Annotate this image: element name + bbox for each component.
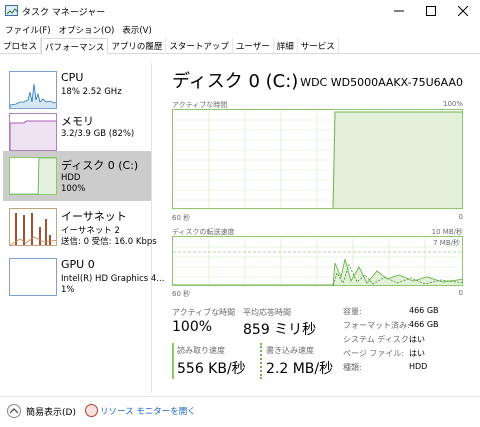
transfer-rate-inner-label: 7 MB/秒: [433, 239, 460, 247]
active-time-graph-max: 100%: [442, 100, 463, 108]
maximize-button[interactable]: [414, 0, 448, 22]
property-label: 容量:: [343, 307, 362, 316]
open-resource-monitor-link[interactable]: リソース モニターを開く: [100, 405, 196, 417]
property-label: フォーマット済み:: [343, 321, 410, 330]
active-time-value: 100%: [172, 319, 213, 335]
disk-thumbnail-graph: [9, 157, 57, 195]
sidebar-item-detail: Intel(R) HD Graphics 4...: [61, 274, 165, 284]
page-title: ディスク 0 (C:): [172, 71, 299, 92]
menu-options[interactable]: オプション(O): [54, 22, 115, 37]
chevron-up-icon: [10, 408, 18, 414]
read-speed-value: 556 KB/秒: [177, 361, 246, 377]
active-time-x-left: 60 秒: [172, 214, 191, 222]
sidebar-item-ethernet[interactable]: イーサネット イーサネット 2 送信: 0 受信: 16.0 Kbps: [3, 202, 157, 252]
property-value: HDD: [409, 362, 428, 371]
menu-bar: ファイル(F) オプション(O) 表示(V): [0, 22, 480, 37]
property-label: ページ ファイル:: [343, 349, 405, 358]
response-time-value: 859 ミリ秒: [243, 322, 317, 338]
footer-bar: 簡易表示(D) リソース モニターを開く: [0, 396, 480, 427]
active-time-graph: [172, 109, 463, 209]
property-label: システム ディスク:: [343, 335, 412, 344]
sidebar-item-detail: 3.2/3.9 GB (82%): [61, 129, 135, 139]
window-title: タスク マネージャー: [22, 8, 106, 18]
sidebar-item-detail: HDD: [61, 173, 81, 183]
tab-processes[interactable]: プロセス: [0, 38, 42, 54]
memory-thumbnail-graph: [9, 113, 57, 151]
sidebar-item-subdetail: 送信: 0 受信: 16.0 Kbps: [61, 237, 157, 247]
title-bar: タスク マネージャー: [0, 0, 480, 22]
tab-performance[interactable]: パフォーマンス: [41, 38, 109, 55]
sidebar-item-label: ディスク 0 (C:): [61, 159, 139, 172]
sidebar-item-label: メモリ: [61, 115, 94, 128]
close-button[interactable]: [446, 0, 480, 22]
write-speed-label: 書き込み速度: [266, 346, 314, 355]
maximize-icon: [426, 6, 436, 16]
tab-bar: プロセス パフォーマンス アプリの履歴 スタートアップ ユーザー 詳細 サービス: [0, 38, 480, 55]
fewer-details-toggle[interactable]: [7, 404, 21, 418]
disk-model: WDC WD5000AAKX-75U6AA0: [300, 76, 463, 89]
tab-app-history[interactable]: アプリの履歴: [108, 38, 167, 54]
tab-services[interactable]: サービス: [298, 38, 339, 54]
sidebar-item-subdetail: 100%: [61, 184, 86, 194]
property-label: 種類:: [343, 363, 362, 372]
minimize-icon: [394, 10, 404, 12]
transfer-rate-x-right: 0: [458, 289, 463, 297]
menu-view[interactable]: 表示(V): [117, 22, 151, 37]
sidebar-item-gpu[interactable]: GPU 0 Intel(R) HD Graphics 4... 1%: [3, 252, 164, 302]
tab-details[interactable]: 詳細: [274, 38, 298, 54]
tab-startup[interactable]: スタートアップ: [166, 38, 233, 54]
task-manager-icon: [5, 5, 19, 16]
property-value: はい: [409, 349, 425, 358]
cpu-thumbnail-graph: [9, 71, 57, 109]
sidebar-item-label: CPU: [61, 71, 84, 84]
property-value: 466 GB: [409, 320, 439, 329]
transfer-rate-graph: 7 MB/秒: [172, 236, 463, 286]
close-icon: [458, 6, 468, 16]
menu-file[interactable]: ファイル(F): [0, 22, 51, 37]
sidebar-item-subdetail: 1%: [61, 285, 75, 295]
tab-users[interactable]: ユーザー: [233, 38, 274, 54]
property-value: はい: [409, 335, 425, 344]
write-speed-indicator: [260, 343, 262, 379]
active-time-label: アクティブな時間: [172, 308, 236, 317]
disk-detail-panel: ディスク 0 (C:) WDC WD5000AAKX-75U6AA0 アクティブ…: [172, 63, 472, 393]
sidebar-item-label: イーサネット: [61, 210, 127, 223]
read-speed-indicator: [172, 343, 174, 379]
sidebar-item-label: GPU 0: [61, 258, 95, 271]
response-time-label: 平均応答時間: [243, 308, 291, 317]
read-speed-label: 読み取り速度: [177, 346, 225, 355]
fewer-details-button[interactable]: 簡易表示(D): [26, 405, 76, 418]
sidebar-item-detail: 18% 2.52 GHz: [61, 87, 122, 97]
write-speed-value: 2.2 MB/秒: [266, 361, 334, 377]
gpu-thumbnail-graph: [9, 258, 57, 296]
property-value: 466 GB: [409, 306, 439, 315]
active-time-x-right: 0: [458, 213, 463, 221]
resource-monitor-icon: [85, 404, 98, 417]
transfer-rate-x-left: 60 秒: [172, 290, 191, 298]
ethernet-thumbnail-graph: [9, 208, 57, 246]
minimize-button[interactable]: [382, 0, 416, 22]
sidebar-item-disk[interactable]: ディスク 0 (C:) HDD 100%: [3, 151, 151, 201]
sidebar-item-memory[interactable]: メモリ 3.2/3.9 GB (82%): [3, 107, 151, 157]
resource-sidebar: CPU 18% 2.52 GHz メモリ 3.2/3.9 GB (82%) ディ…: [0, 63, 164, 393]
